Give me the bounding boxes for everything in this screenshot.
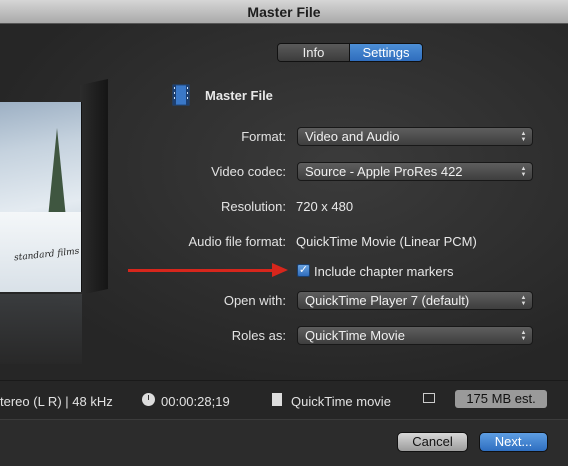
roles-as-value: QuickTime Movie [305,328,405,343]
roles-as-label: Roles as: [231,328,286,343]
monitor-check-icon [423,393,435,403]
film-document-icon [172,84,190,106]
popup-arrows-icon: ▲ ▼ [520,330,527,342]
popup-arrows-icon: ▲ ▼ [520,166,527,178]
preview-thumbnail: standard films [0,79,108,295]
audio-info: tereo (L R) | 48 kHz [0,394,113,409]
open-with-value: QuickTime Player 7 (default) [305,293,470,308]
clock-icon [142,393,155,406]
video-codec-popup[interactable]: Source - Apple ProRes 422 ▲ ▼ [297,162,533,181]
resolution-label: Resolution: [220,199,286,214]
audio-file-format-label: Audio file format: [188,234,286,249]
video-codec-value: Source - Apple ProRes 422 [305,164,463,179]
format-label: Format: [241,129,286,144]
tab-info[interactable]: Info [278,44,350,61]
chapter-markers-label[interactable]: Include chapter markers [314,264,453,279]
audio-file-format-value: QuickTime Movie (Linear PCM) [296,234,477,249]
thumbnail-reflection [0,294,82,364]
window-title: Master File [0,0,568,24]
open-with-label: Open with: [223,293,286,308]
info-settings-segmented-control: Info Settings [277,43,423,62]
size-estimate-badge: 175 MB est. [455,390,547,408]
file-type: QuickTime movie [291,394,391,409]
video-codec-label: Video codec: [211,164,286,179]
resolution-value: 720 x 480 [296,199,354,214]
panel-title: Master File [205,88,273,103]
duration: 00:00:28;19 [161,394,230,409]
open-with-popup[interactable]: QuickTime Player 7 (default) ▲ ▼ [297,291,533,310]
popup-arrows-icon: ▲ ▼ [520,131,527,143]
chapter-markers-checkbox[interactable]: ✓ [297,264,310,277]
format-popup[interactable]: Video and Audio ▲ ▼ [297,127,533,146]
tree-shape [48,128,66,218]
next-button[interactable]: Next... [479,432,548,452]
document-icon [272,393,282,406]
red-arrow-head [272,263,288,277]
dialog-footer: Cancel Next... [0,420,568,466]
popup-arrows-icon: ▲ ▼ [520,295,527,307]
format-value: Video and Audio [305,129,400,144]
red-annotation-arrow [128,269,276,272]
tab-settings[interactable]: Settings [350,44,422,61]
roles-as-popup[interactable]: QuickTime Movie ▲ ▼ [297,326,533,345]
cancel-button[interactable]: Cancel [397,432,468,452]
status-bar: tereo (L R) | 48 kHz 00:00:28;19 QuickTi… [0,380,568,420]
settings-panel: standard films Info Settings Master File… [0,24,568,380]
